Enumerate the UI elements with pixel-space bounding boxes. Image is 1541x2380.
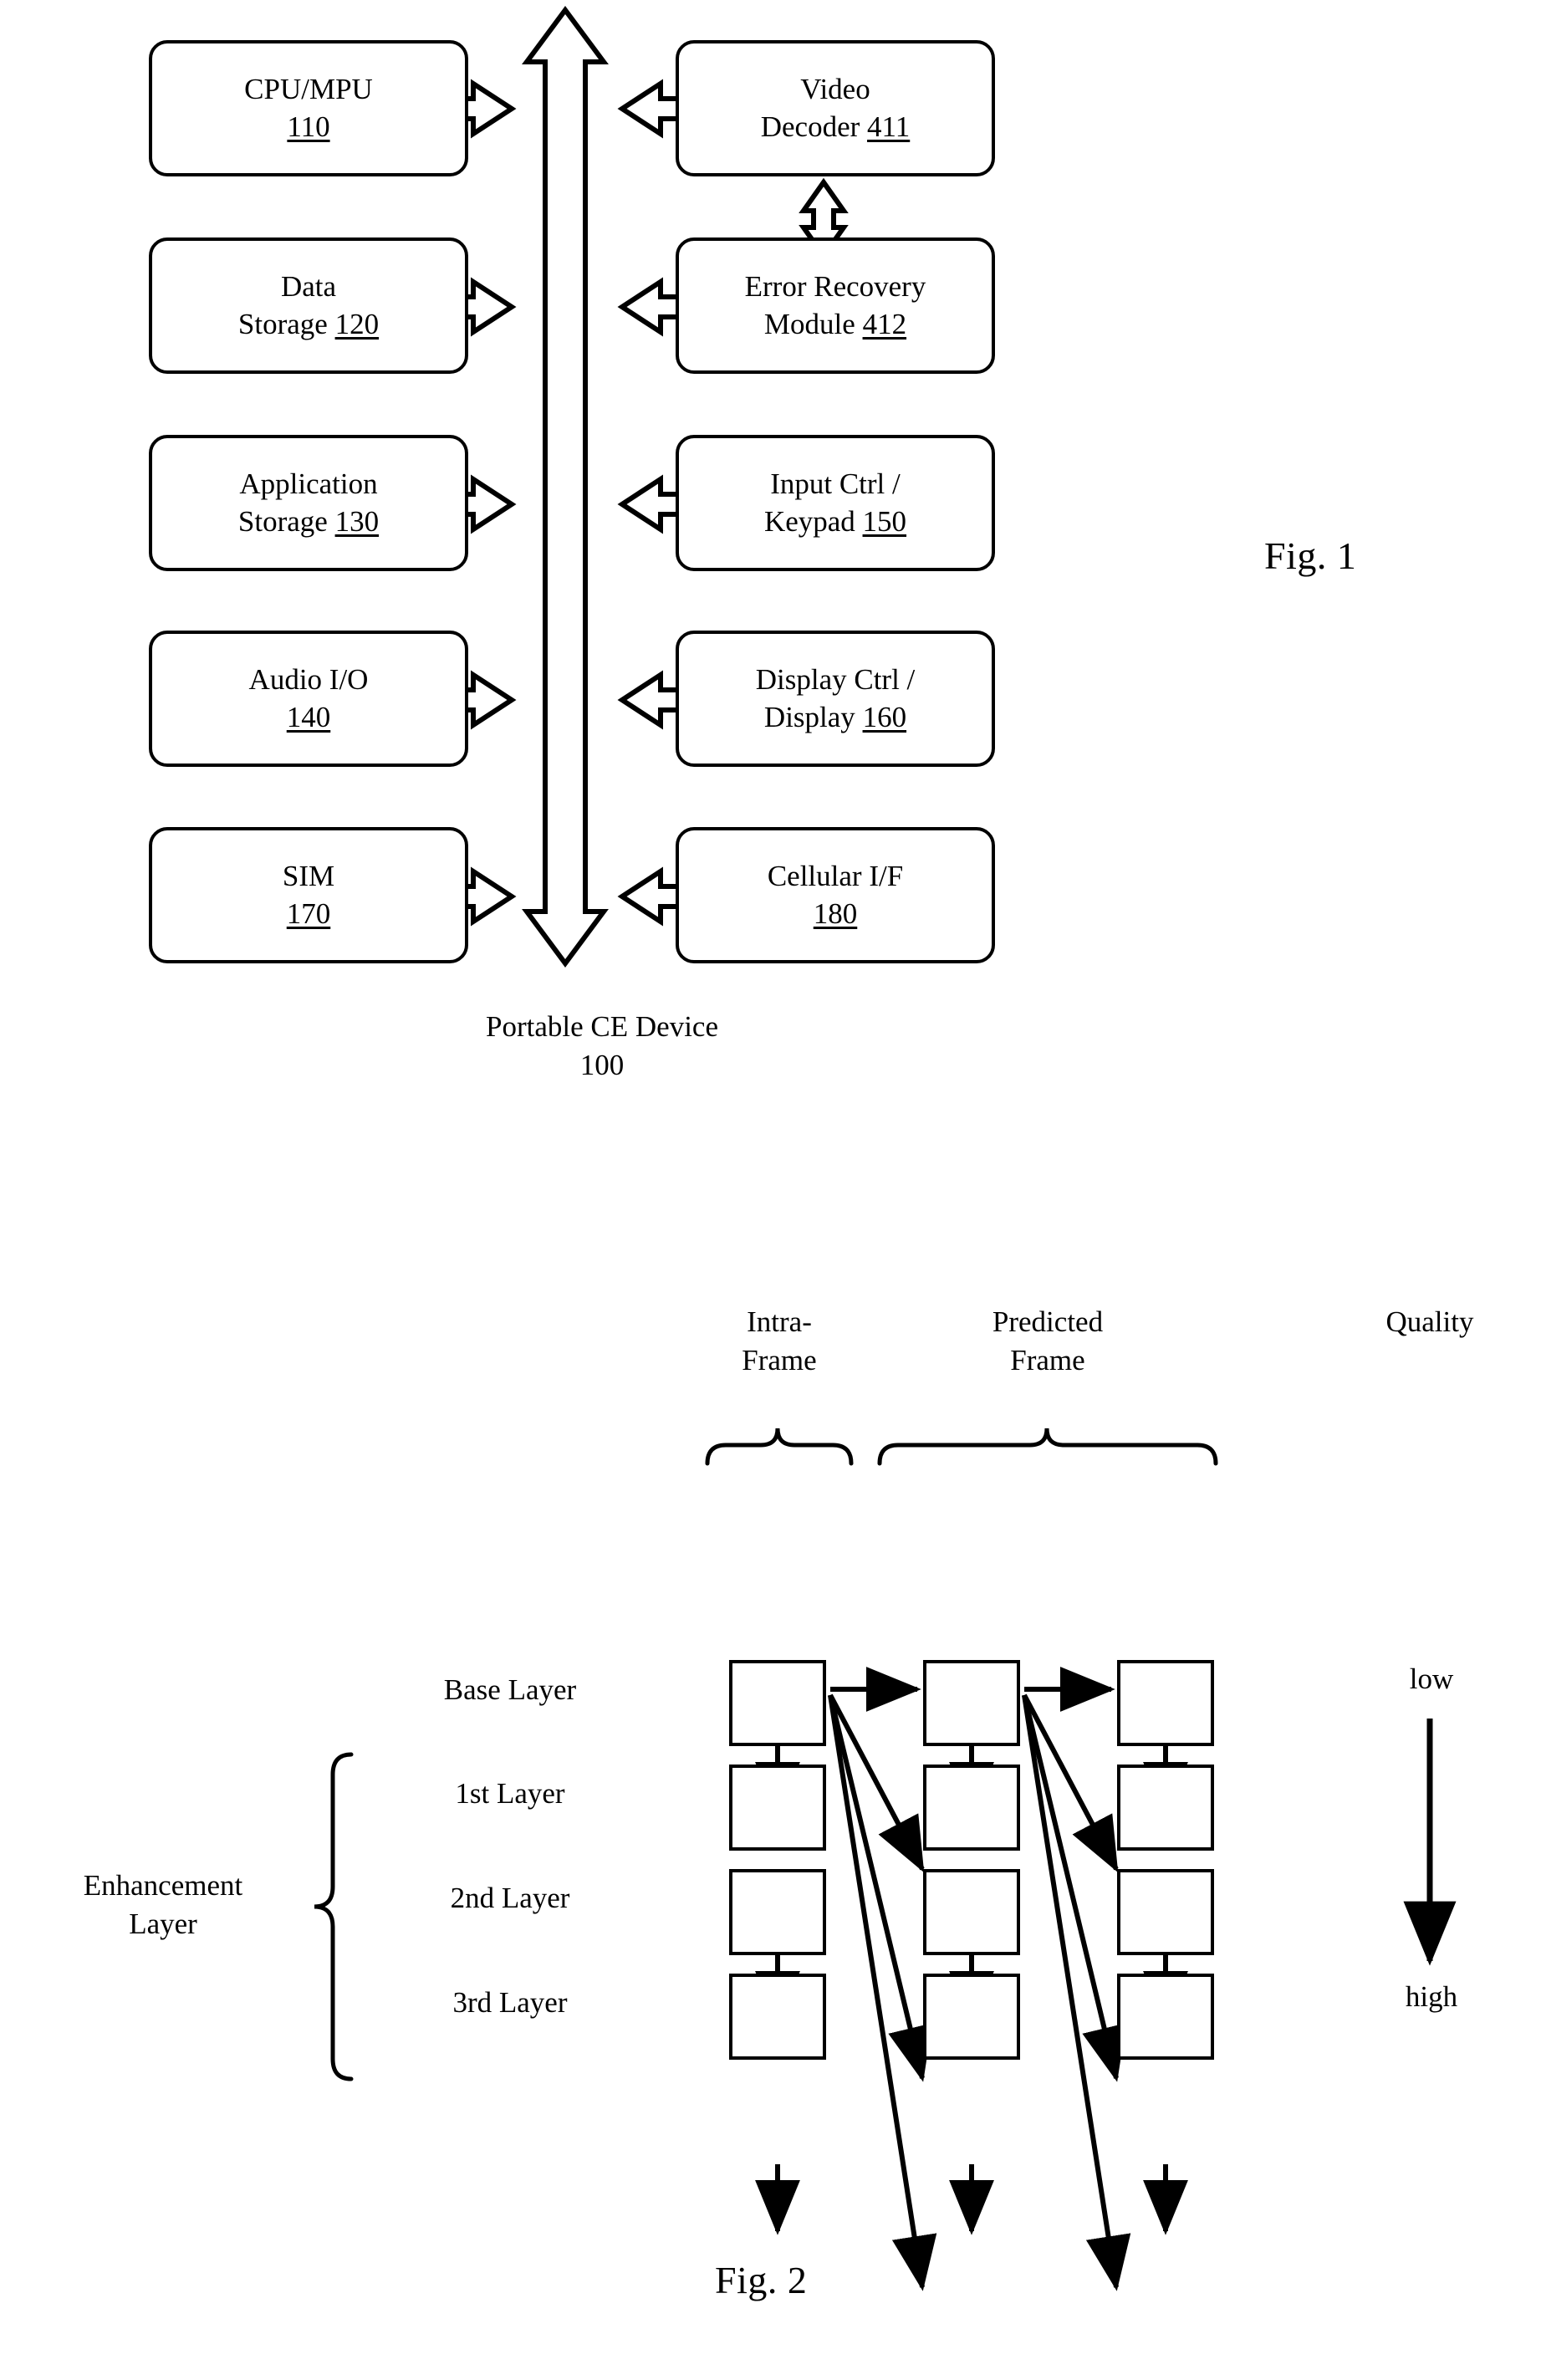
edge-diag-c1r0-c2r1 [1022, 1693, 1119, 1873]
frame-box-r2c1[interactable] [923, 1869, 1020, 1955]
quality-high-label: high [1405, 1980, 1458, 2013]
block-display-ctrl-display[interactable]: Display Ctrl / Display 160 [676, 631, 995, 767]
figure-2-caption: Fig. 2 [715, 2259, 808, 2301]
brace-intra-frame [705, 1427, 854, 1466]
frame-box-r2c0[interactable] [729, 1869, 826, 1955]
block-data-storage-label: Data Storage 120 [237, 269, 380, 340]
block-error-recovery-module-label: Error Recovery Module 412 [744, 269, 926, 340]
block-sim[interactable]: SIM 170 [149, 827, 468, 963]
block-input-ctrl-keypad[interactable]: Input Ctrl / Keypad 150 [676, 435, 995, 571]
block-video-decoder-label: Video Decoder 411 [760, 72, 911, 143]
brace-predicted-frame [877, 1427, 1218, 1466]
edge-diag-c0r0-c1r1 [828, 1693, 925, 1873]
block-error-recovery-module[interactable]: Error Recovery Module 412 [676, 237, 995, 374]
row-label-1st-layer: 1st Layer [455, 1777, 565, 1810]
patent-drawing-sheet: CPU/MPU 110 Data Storage 120 Application… [0, 0, 1541, 2380]
block-cpu-mpu-label: CPU/MPU 110 [244, 72, 373, 143]
device-caption-line2: 100 [579, 1049, 625, 1082]
figure-1-caption: Fig. 1 [1264, 534, 1357, 577]
frame-box-r1c2[interactable] [1117, 1765, 1214, 1851]
block-data-storage[interactable]: Data Storage 120 [149, 237, 468, 374]
row-label-3rd-layer: 3rd Layer [452, 1986, 568, 2019]
row-label-base-layer: Base Layer [443, 1673, 577, 1706]
frame-box-r3c2[interactable] [1117, 1974, 1214, 2060]
figure-1-device-caption: Portable CE Device 100 [385, 1008, 819, 1085]
quality-low-label: low [1409, 1662, 1454, 1695]
group-label-enhancement-layer: Enhancement Layer [83, 1869, 243, 1940]
system-bus-arrow [522, 5, 609, 968]
frame-box-r2c2[interactable] [1117, 1869, 1214, 1955]
block-application-storage-label: Application Storage 130 [237, 467, 380, 538]
block-cpu-mpu[interactable]: CPU/MPU 110 [149, 40, 468, 176]
row-label-2nd-layer: 2nd Layer [450, 1882, 570, 1914]
edge-diag-c1r0-c2r2 [1022, 1694, 1126, 2082]
block-audio-io[interactable]: Audio I/O 140 [149, 631, 468, 767]
edge-diag-c1r0-c2r3 [1022, 1694, 1131, 2291]
frame-box-r3c1[interactable] [923, 1974, 1020, 2060]
block-application-storage[interactable]: Application Storage 130 [149, 435, 468, 571]
block-sim-label: SIM 170 [282, 859, 335, 930]
frame-box-r0c1[interactable] [923, 1660, 1020, 1746]
header-intra-frame: Intra- Frame [742, 1305, 817, 1376]
block-display-ctrl-display-label: Display Ctrl / Display 160 [755, 662, 916, 733]
edge-diag-c0r0-c1r3 [828, 1694, 937, 2291]
header-quality: Quality [1385, 1305, 1474, 1338]
frame-box-r1c0[interactable] [729, 1765, 826, 1851]
block-cellular-if-label: Cellular I/F 180 [767, 859, 904, 930]
frame-box-r0c0[interactable] [729, 1660, 826, 1746]
frame-box-r3c0[interactable] [729, 1974, 826, 2060]
frame-box-r0c2[interactable] [1117, 1660, 1214, 1746]
block-audio-io-label: Audio I/O 140 [248, 662, 369, 733]
edge-diag-c0r0-c1r2 [828, 1694, 932, 2082]
block-input-ctrl-keypad-label: Input Ctrl / Keypad 150 [763, 467, 907, 538]
header-predicted-frame: Predicted Frame [992, 1305, 1104, 1376]
brace-enhancement-layer [314, 1752, 354, 2081]
frame-box-r1c1[interactable] [923, 1765, 1020, 1851]
block-cellular-if[interactable]: Cellular I/F 180 [676, 827, 995, 963]
device-caption-line1: Portable CE Device [486, 1010, 718, 1043]
block-video-decoder[interactable]: Video Decoder 411 [676, 40, 995, 176]
